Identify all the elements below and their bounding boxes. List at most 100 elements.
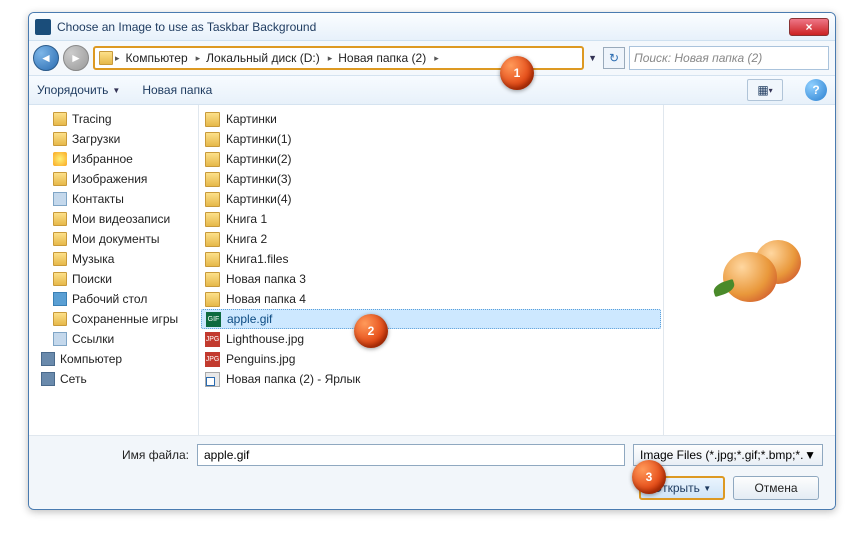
filename-label: Имя файла: <box>41 448 189 462</box>
cancel-button[interactable]: Отмена <box>733 476 819 500</box>
tree-item-label: Сеть <box>60 372 87 386</box>
search-input[interactable]: Поиск: Новая папка (2) <box>629 46 829 70</box>
file-name: Картинки(2) <box>226 152 292 166</box>
breadcrumb-segment[interactable]: Новая папка (2) <box>334 51 432 65</box>
file-row[interactable]: Новая папка 4 <box>201 289 661 309</box>
tree-item[interactable]: Tracing <box>35 109 198 129</box>
tree-item[interactable]: Загрузки <box>35 129 198 149</box>
annotation-3: 3 <box>632 460 666 494</box>
title-bar: Choose an Image to use as Taskbar Backgr… <box>29 13 835 41</box>
new-folder-button[interactable]: Новая папка <box>142 83 212 97</box>
tree-item[interactable]: Рабочий стол <box>35 289 198 309</box>
tree-item-icon <box>53 272 67 286</box>
file-row[interactable]: Новая папка 3 <box>201 269 661 289</box>
tree-item[interactable]: Ссылки <box>35 329 198 349</box>
tree-item-label: Tracing <box>72 112 112 126</box>
file-name: Lighthouse.jpg <box>226 332 304 346</box>
tree-item[interactable]: Контакты <box>35 189 198 209</box>
refresh-icon: ↻ <box>609 51 619 65</box>
tree-item[interactable]: Сеть <box>35 369 198 389</box>
chevron-right-icon: ▸ <box>115 53 120 64</box>
annotation-1: 1 <box>500 56 534 90</box>
file-name: Книга 1 <box>226 212 267 226</box>
file-row[interactable]: GIF apple.gif <box>201 309 661 329</box>
tree-item-label: Изображения <box>72 172 147 186</box>
forward-button[interactable]: ► <box>63 45 89 71</box>
tree-item-label: Мои документы <box>72 232 159 246</box>
file-type-filter[interactable]: Image Files (*.jpg;*.gif;*.bmp;*. ▼ <box>633 444 823 466</box>
dialog-footer: Имя файла: Image Files (*.jpg;*.gif;*.bm… <box>29 435 835 508</box>
file-name: apple.gif <box>227 312 272 326</box>
file-icon <box>205 212 220 227</box>
file-icon <box>205 372 220 387</box>
tree-item-label: Мои видеозаписи <box>72 212 170 226</box>
file-row[interactable]: Картинки <box>201 109 661 129</box>
tree-item-label: Поиски <box>72 272 112 286</box>
file-name: Картинки <box>226 112 277 126</box>
file-icon <box>205 152 220 167</box>
navigation-tree[interactable]: Tracing ЗагрузкиИзбранное Изображения Конта… <box>29 105 199 435</box>
tree-item[interactable]: Поиски <box>35 269 198 289</box>
preview-pane <box>663 105 835 435</box>
file-icon: GIF <box>206 312 221 327</box>
dropdown-icon[interactable]: ▼ <box>588 53 597 63</box>
filename-input[interactable] <box>197 444 625 466</box>
annotation-2: 2 <box>354 314 388 348</box>
file-icon <box>205 272 220 287</box>
file-icon <box>205 292 220 307</box>
file-icon <box>205 252 220 267</box>
file-row[interactable]: Картинки(1) <box>201 129 661 149</box>
tree-item-icon <box>53 232 67 246</box>
view-options-button[interactable]: ▦ ▾ <box>747 79 783 101</box>
arrow-left-icon: ◄ <box>40 51 52 65</box>
file-open-dialog: Choose an Image to use as Taskbar Backgr… <box>28 12 836 510</box>
tree-item[interactable]: Мои видеозаписи <box>35 209 198 229</box>
file-row[interactable]: Книга1.files <box>201 249 661 269</box>
chevron-right-icon: ▸ <box>328 53 333 64</box>
file-row[interactable]: Новая папка (2) - Ярлык <box>201 369 661 389</box>
file-row[interactable]: Картинки(3) <box>201 169 661 189</box>
tree-item-icon <box>53 172 67 186</box>
help-button[interactable]: ? <box>805 79 827 101</box>
file-row[interactable]: JPGPenguins.jpg <box>201 349 661 369</box>
file-row[interactable]: Картинки(4) <box>201 189 661 209</box>
tree-item[interactable]: Компьютер <box>35 349 198 369</box>
close-icon: × <box>805 20 812 34</box>
file-row[interactable]: Книга 1 <box>201 209 661 229</box>
tree-item[interactable]: Мои документы <box>35 229 198 249</box>
tree-item-label: Сохраненные игры <box>72 312 178 326</box>
tree-item-icon <box>53 252 67 266</box>
refresh-button[interactable]: ↻ <box>603 47 625 69</box>
tree-item-icon <box>53 152 67 166</box>
tree-item-icon <box>53 312 67 326</box>
file-icon <box>205 232 220 247</box>
close-button[interactable]: × <box>789 18 829 36</box>
file-name: Книга 2 <box>226 232 267 246</box>
file-icon: JPG <box>205 332 220 347</box>
tree-item-icon <box>41 372 55 386</box>
file-name: Новая папка 3 <box>226 272 306 286</box>
breadcrumb-segment[interactable]: Компьютер <box>122 51 194 65</box>
file-name: Новая папка (2) - Ярлык <box>226 372 360 386</box>
file-icon <box>205 112 220 127</box>
tree-item[interactable]: Музыка <box>35 249 198 269</box>
file-icon <box>205 192 220 207</box>
tree-item[interactable]: Избранное <box>35 149 198 169</box>
file-list[interactable]: Картинки Картинки(1) Картинки(2) Картинки(3… <box>199 105 663 435</box>
tree-item-label: Ссылки <box>72 332 114 346</box>
navigation-row: ◄ ► ▸ Компьютер ▸ Локальный диск (D:) ▸ … <box>29 41 835 75</box>
tree-item[interactable]: Изображения <box>35 169 198 189</box>
back-button[interactable]: ◄ <box>33 45 59 71</box>
app-icon <box>35 19 51 35</box>
tree-item-icon <box>53 112 67 126</box>
file-row[interactable]: Картинки(2) <box>201 149 661 169</box>
help-icon: ? <box>812 83 819 97</box>
file-name: Картинки(3) <box>226 172 292 186</box>
organize-menu[interactable]: Упорядочить ▼ <box>37 83 120 97</box>
file-icon: JPG <box>205 352 220 367</box>
file-row[interactable]: JPG Lighthouse.jpg <box>201 329 661 349</box>
breadcrumb-segment[interactable]: Локальный диск (D:) <box>202 51 326 65</box>
tree-item[interactable]: Сохраненные игры <box>35 309 198 329</box>
file-row[interactable]: Книга 2 <box>201 229 661 249</box>
tree-item-label: Музыка <box>72 252 114 266</box>
